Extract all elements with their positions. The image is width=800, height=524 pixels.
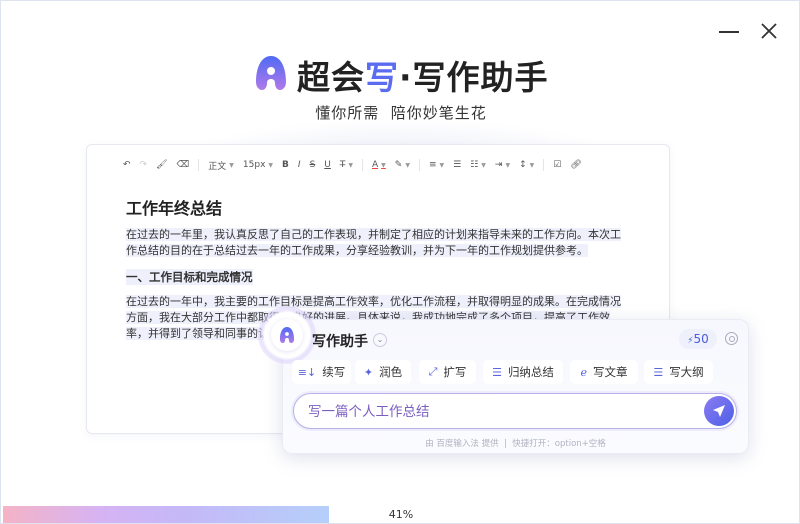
format-painter-icon[interactable]: 🖌︎ bbox=[156, 157, 167, 173]
sparkle-icon: ✦ bbox=[363, 365, 374, 379]
assistant-footer: 由 百度输入法 提供 | 快捷打开：option+空格 bbox=[425, 439, 606, 449]
app-title: 超会写·写作助手 bbox=[297, 51, 549, 99]
align-icon[interactable]: ≡ ▼ bbox=[429, 157, 444, 173]
prompt-input-wrapper bbox=[293, 393, 737, 429]
divider bbox=[418, 159, 420, 171]
underline-icon[interactable]: U bbox=[324, 157, 331, 173]
minimize-button[interactable] bbox=[719, 31, 739, 33]
app-logo-icon bbox=[279, 327, 295, 343]
assistant-avatar bbox=[271, 319, 303, 351]
brand-part: 超会 bbox=[297, 58, 365, 97]
clear-format-icon[interactable]: ⌫ bbox=[177, 157, 190, 173]
app-logo-icon bbox=[256, 56, 286, 90]
chevron-down-icon: ▼ bbox=[268, 161, 274, 169]
action-expand-button[interactable]: ⤢ 扩写 bbox=[419, 360, 476, 384]
font-color-icon[interactable]: A ▼ bbox=[372, 157, 386, 173]
divider bbox=[362, 159, 363, 171]
indent-icon[interactable]: ⇥ ▼ bbox=[495, 157, 510, 173]
font-size-select[interactable]: 15px ▼ bbox=[243, 157, 273, 173]
bold-icon[interactable]: B bbox=[282, 157, 289, 173]
action-label: 写大纲 bbox=[669, 365, 704, 379]
font-size-value: 15px bbox=[242, 160, 266, 170]
progress-label: 41% bbox=[388, 508, 414, 521]
chevron-down-icon[interactable]: ⌄ bbox=[373, 333, 387, 347]
bullet-list-icon[interactable]: ☰ bbox=[453, 157, 461, 173]
action-label: 归纳总结 bbox=[507, 365, 554, 379]
list-icon: ☰ bbox=[492, 365, 502, 379]
pen-icon: ℯ bbox=[580, 365, 587, 379]
progress-bar: 41% bbox=[3, 506, 799, 523]
highlight-icon[interactable]: ✎ ▼ bbox=[395, 157, 410, 173]
action-label: 写文章 bbox=[593, 365, 628, 379]
section-heading: 一、工作目标和完成情况 bbox=[126, 269, 253, 285]
numbered-list-icon[interactable]: ☷ ▼ bbox=[470, 157, 486, 173]
chevron-down-icon: ▼ bbox=[229, 161, 234, 169]
action-continue-button[interactable]: ≡↓ 续写 bbox=[292, 360, 351, 384]
brand-suffix: ·写作助手 bbox=[399, 58, 549, 97]
redo-icon[interactable]: ↷ bbox=[140, 157, 148, 173]
action-outline-button[interactable]: ☰ 写大纲 bbox=[644, 360, 713, 384]
continue-icon: ≡↓ bbox=[297, 365, 317, 379]
editor-toolbar: ↶ ↷ 🖌︎ ⌫ 正文 ▼ 15px ▼ B I S U T̶ ▼ A ▼ ✎ ▼ ≡ ▼ … bbox=[123, 157, 591, 173]
prompt-input[interactable] bbox=[308, 402, 688, 418]
paragraph-style-value: 正文 bbox=[208, 161, 227, 172]
action-polish-button[interactable]: ✦ 润色 bbox=[355, 360, 411, 384]
document-title: 工作年终总结 bbox=[126, 199, 223, 218]
action-summarize-button[interactable]: ☰ 归纳总结 bbox=[483, 360, 563, 384]
action-write-article-button[interactable]: ℯ 写文章 bbox=[570, 360, 638, 384]
strikethrough-icon[interactable]: S bbox=[310, 157, 316, 173]
credits-count: 50 bbox=[693, 332, 709, 346]
action-label: 扩写 bbox=[443, 365, 467, 379]
close-icon[interactable] bbox=[759, 21, 779, 41]
action-label: 润色 bbox=[379, 365, 403, 379]
send-button[interactable] bbox=[704, 396, 734, 426]
line-height-icon[interactable]: ↕ ▼ bbox=[519, 157, 534, 173]
undo-icon[interactable]: ↶ bbox=[123, 157, 131, 173]
outline-icon: ☰ bbox=[653, 365, 664, 379]
expand-icon: ⤢ bbox=[428, 365, 438, 378]
superscript-icon[interactable]: T̶ ▼ bbox=[340, 157, 353, 173]
assistant-title: 写作助手 bbox=[312, 334, 368, 350]
italic-icon[interactable]: I bbox=[298, 157, 301, 173]
send-icon bbox=[713, 405, 725, 417]
divider bbox=[198, 159, 200, 171]
credits-badge: ⚡50 bbox=[679, 329, 717, 349]
divider bbox=[543, 159, 545, 171]
paragraph: 在过去的一年里，我认真反思了自己的工作表现，并制定了相应的计划来指导未来的工作方… bbox=[126, 228, 621, 257]
checkbox-icon[interactable]: ☑ bbox=[553, 157, 561, 173]
action-label: 续写 bbox=[322, 365, 346, 379]
settings-icon[interactable] bbox=[725, 332, 738, 345]
link-icon[interactable]: 🔗︎ bbox=[570, 157, 581, 173]
brand-highlight: 写 bbox=[365, 58, 399, 97]
paragraph-style-select[interactable]: 正文 ▼ bbox=[208, 157, 234, 173]
